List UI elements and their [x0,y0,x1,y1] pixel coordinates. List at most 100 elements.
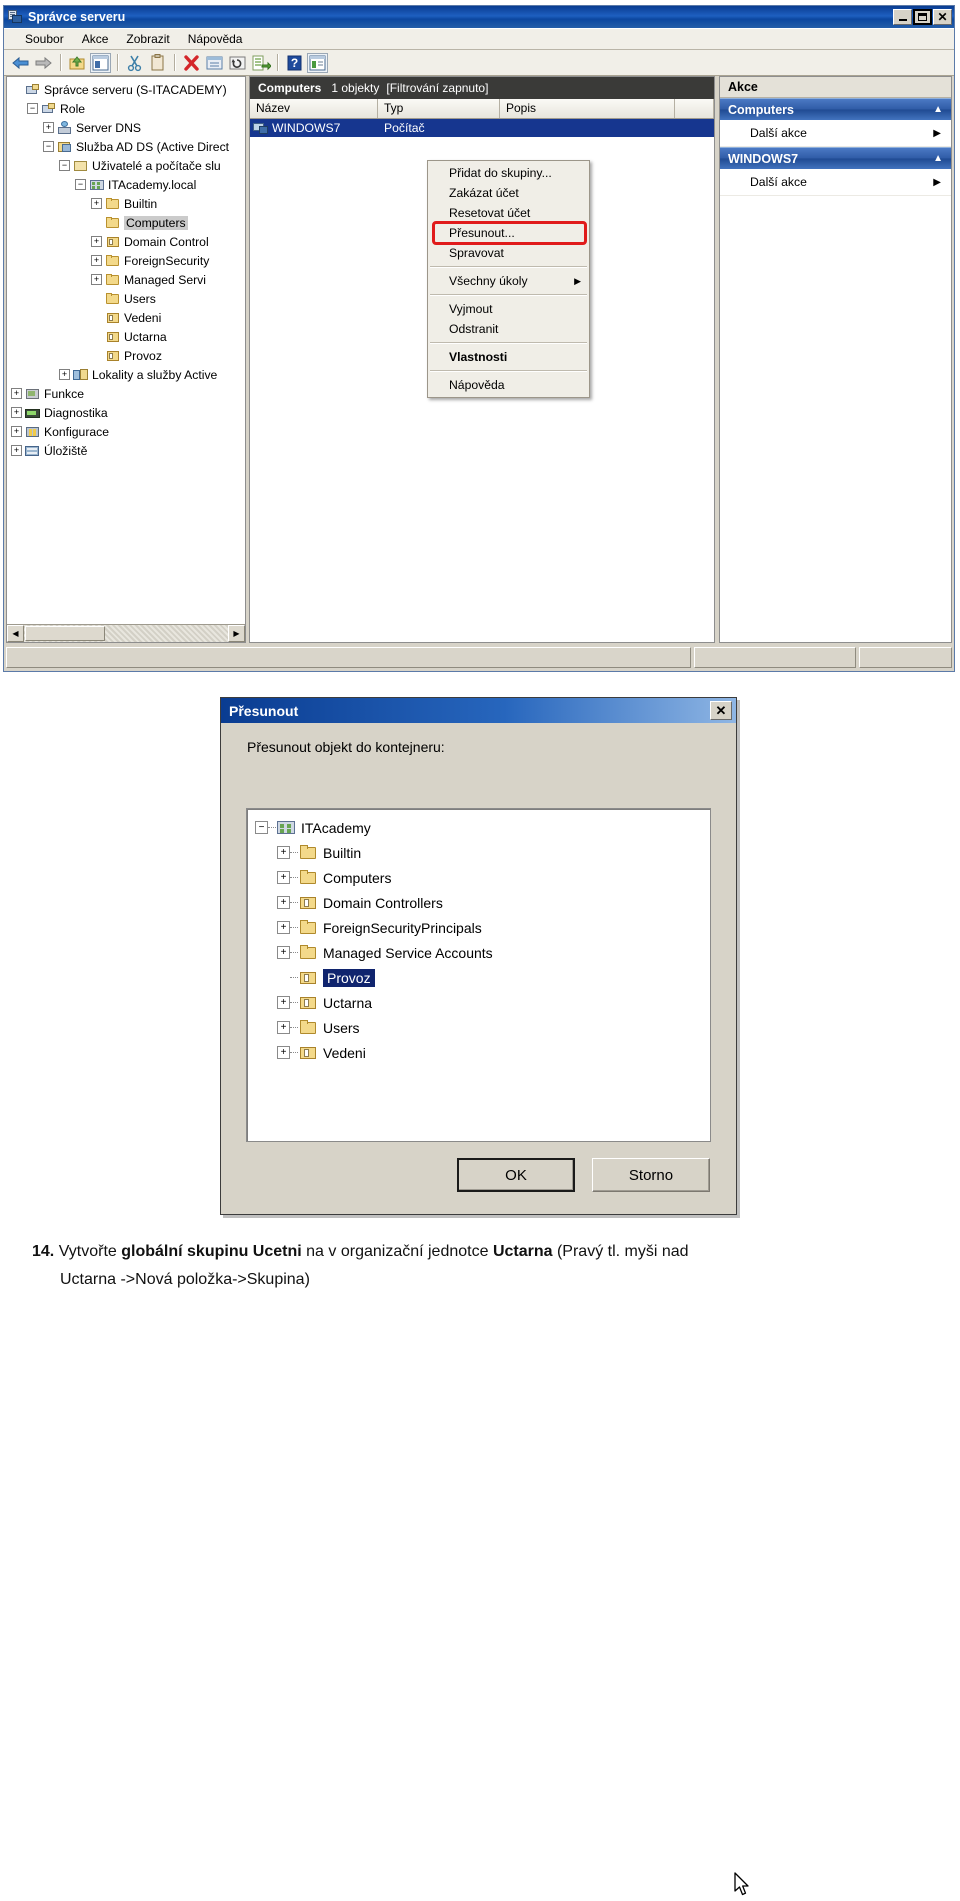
column-header-popis[interactable]: Popis [500,99,675,118]
ok-button[interactable]: OK [457,1158,575,1192]
expand-icon[interactable]: + [91,198,102,209]
tree-item-konfigurace[interactable]: + Konfigurace [11,422,245,441]
properties-icon[interactable] [204,53,225,73]
scroll-right-button[interactable]: ▶ [228,625,245,642]
tree-item-server-dns[interactable]: + Server DNS [11,118,245,137]
tree-item-slu-ba-ad-ds-active-direct[interactable]: − Služba AD DS (Active Direct [11,137,245,156]
dialog-tree-item-domain-controllers[interactable]: + Domain Controllers [255,890,710,915]
tree-item-managed-servi[interactable]: + Managed Servi [11,270,245,289]
context-menu-item-p-esunout[interactable]: Přesunout... [428,223,589,243]
context-menu-item-p-idat-do-skupiny[interactable]: Přidat do skupiny... [428,163,589,183]
tree-item-foreignsecurity[interactable]: + ForeignSecurity [11,251,245,270]
expand-icon[interactable]: + [277,896,290,909]
menu-zobrazit[interactable]: Zobrazit [117,31,178,47]
menu-napoveda[interactable]: Nápověda [179,31,252,47]
dialog-tree-item-computers[interactable]: + Computers [255,865,710,890]
dialog-tree-item-vedeni[interactable]: + Vedeni [255,1040,710,1065]
tree-item-diagnostika[interactable]: + Diagnostika [11,403,245,422]
chevron-up-icon-2[interactable]: ▲ [933,153,943,164]
collapse-icon[interactable]: − [27,103,38,114]
back-arrow-icon[interactable] [10,53,31,73]
forward-arrow-icon[interactable] [33,53,54,73]
tree-item-itacademy-local[interactable]: − ITAcademy.local [11,175,245,194]
export-list-icon[interactable] [250,53,272,73]
tree-horizontal-scrollbar[interactable]: ◀ ▶ [7,624,245,642]
collapse-icon[interactable]: − [75,179,86,190]
tree-item-computers[interactable]: Computers [11,213,245,232]
context-menu-item-zak-zat-et[interactable]: Zakázat účet [428,183,589,203]
dialog-close-button[interactable]: ✕ [710,701,732,720]
context-menu-item-v-echny-koly[interactable]: Všechny úkoly ▶ [428,271,589,291]
expand-icon[interactable]: + [91,255,102,266]
context-menu-item-spravovat[interactable]: Spravovat [428,243,589,263]
tree-item-provoz[interactable]: Provoz [11,346,245,365]
collapse-icon[interactable]: − [255,821,268,834]
expand-icon[interactable]: + [11,388,22,399]
tree-item-vedeni[interactable]: Vedeni [11,308,245,327]
expand-icon[interactable]: + [11,407,22,418]
refresh-icon[interactable] [227,53,248,73]
up-folder-icon[interactable] [67,53,88,73]
paste-icon[interactable] [147,53,168,73]
delete-icon[interactable] [181,53,202,73]
scroll-left-button[interactable]: ◀ [7,625,24,642]
tree-item-lo-i-t[interactable]: + Úložiště [11,441,245,460]
dialog-tree-item-uctarna[interactable]: + Uctarna [255,990,710,1015]
column-header-typ[interactable]: Typ [378,99,500,118]
context-menu[interactable]: Přidat do skupiny... Zakázat účet Resetova… [427,160,590,398]
menu-soubor[interactable]: Soubor [16,31,73,47]
close-button[interactable]: ✕ [933,9,952,25]
cut-icon[interactable] [124,53,145,73]
column-header-nazev[interactable]: Název [250,99,378,118]
column-header-extra[interactable] [675,99,714,118]
tree-item-funkce[interactable]: + Funkce [11,384,245,403]
navigation-tree[interactable]: Správce serveru (S-ITACADEMY) − Role + Serve… [7,77,245,624]
dialog-tree-item-provoz[interactable]: Provoz [255,965,710,990]
context-menu-item-vyjmout[interactable]: Vyjmout [428,299,589,319]
action-item-dalsi-akce-computers[interactable]: Další akce ▶ [720,120,951,147]
actions-group-computers[interactable]: Computers ▲ [720,98,951,120]
expand-icon[interactable]: + [277,1021,290,1034]
expand-icon[interactable]: + [11,445,22,456]
context-menu-item-odstranit[interactable]: Odstranit [428,319,589,339]
collapse-icon[interactable]: − [59,160,70,171]
action-item-dalsi-akce-windows7[interactable]: Další akce ▶ [720,169,951,196]
tree-item-role[interactable]: − Role [11,99,245,118]
tree-item-spr-vce-serveru-s-itacademy[interactable]: Správce serveru (S-ITACADEMY) [11,80,245,99]
expand-icon[interactable]: + [277,946,290,959]
help-icon[interactable]: ? [284,53,305,73]
context-menu-item-n-pov-da[interactable]: Nápověda [428,375,589,395]
tree-item-domain-control[interactable]: + Domain Control [11,232,245,251]
menu-akce[interactable]: Akce [73,31,118,47]
tree-item-users[interactable]: Users [11,289,245,308]
actions-group-windows7[interactable]: WINDOWS7 ▲ [720,147,951,169]
expand-icon[interactable]: + [277,921,290,934]
expand-icon[interactable]: + [277,871,290,884]
minimize-button[interactable] [893,9,912,25]
expand-icon[interactable]: + [11,426,22,437]
context-menu-item-resetovat-et[interactable]: Resetovat účet [428,203,589,223]
dialog-tree-item-users[interactable]: + Users [255,1015,710,1040]
expand-icon[interactable]: + [277,846,290,859]
show-action-pane-icon[interactable] [307,52,328,73]
collapse-icon[interactable]: − [43,141,54,152]
container-tree[interactable]: − ITAcademy + Builtin + Computers + Domain Cont… [246,808,711,1142]
table-row[interactable]: WINDOWS7 Počítač [250,119,714,137]
expand-icon[interactable]: + [91,274,102,285]
cancel-button[interactable]: Storno [592,1158,710,1192]
expand-icon[interactable]: + [43,122,54,133]
dialog-tree-item-builtin[interactable]: + Builtin [255,840,710,865]
tree-item-builtin[interactable]: + Builtin [11,194,245,213]
dialog-tree-item-itacademy[interactable]: − ITAcademy [255,815,710,840]
expand-icon[interactable]: + [91,236,102,247]
maximize-button[interactable] [913,9,932,25]
scroll-thumb[interactable] [25,626,105,641]
show-hide-tree-icon[interactable] [90,52,111,73]
expand-icon[interactable]: + [59,369,70,380]
tree-item-lokality-a-slu-by-active[interactable]: + Lokality a služby Active [11,365,245,384]
dialog-tree-item-foreignsecurityprincipals[interactable]: + ForeignSecurityPrincipals [255,915,710,940]
chevron-up-icon[interactable]: ▲ [933,104,943,115]
tree-item-u-ivatel-a-po-ta-e-slu[interactable]: − Uživatelé a počítače slu [11,156,245,175]
expand-icon[interactable]: + [277,996,290,1009]
tree-item-uctarna[interactable]: Uctarna [11,327,245,346]
